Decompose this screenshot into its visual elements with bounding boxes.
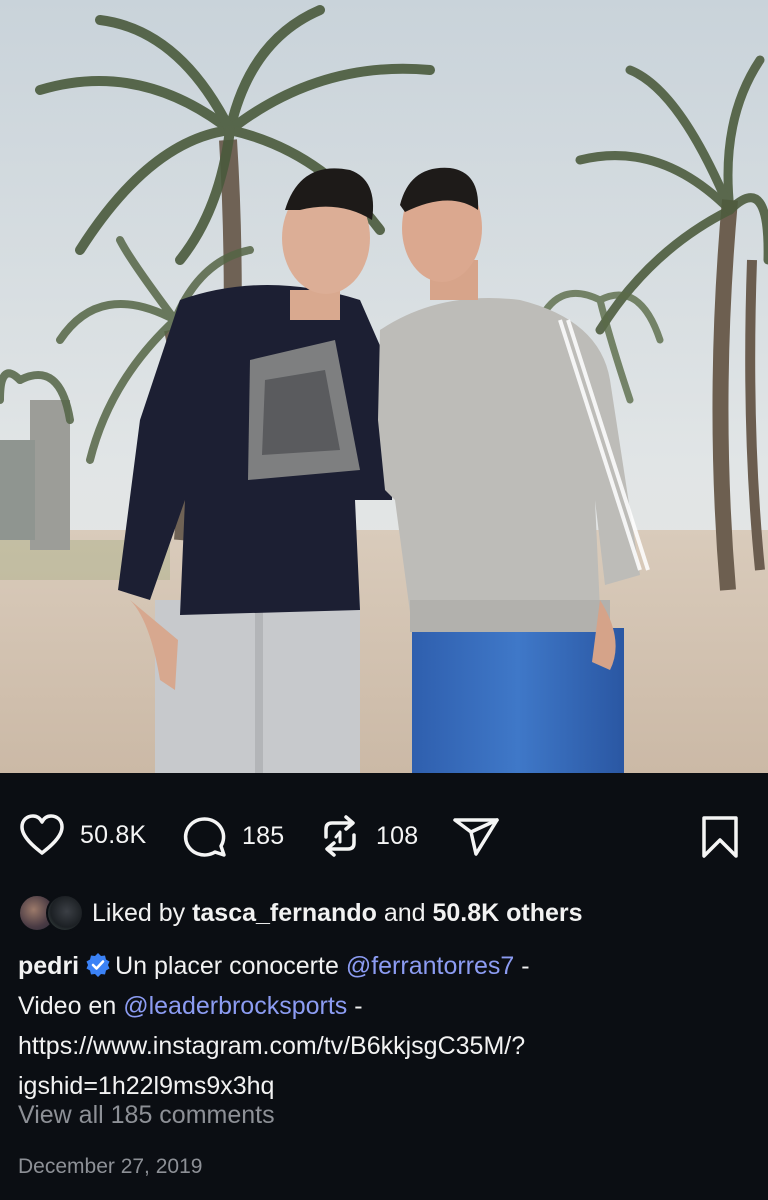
post-photo[interactable] — [0, 0, 768, 773]
comment-count: 185 — [242, 821, 285, 850]
share-icon — [453, 818, 499, 856]
liked-by-user[interactable]: tasca_fernando — [192, 899, 377, 927]
like-button[interactable]: 50.8K — [18, 813, 146, 857]
post-photo-scene — [0, 0, 768, 773]
bookmark-icon — [702, 816, 738, 858]
view-all-comments-link[interactable]: View all 185 comments — [18, 1101, 275, 1130]
avatar — [46, 894, 84, 932]
like-count: 50.8K — [80, 820, 147, 849]
liked-by-avatars — [18, 894, 84, 932]
verified-badge-icon — [86, 953, 110, 977]
caption-text-3: Video en — [18, 992, 117, 1020]
caption-username[interactable]: pedri — [18, 952, 79, 980]
caption-text-2: - — [521, 952, 530, 980]
post-date: December 27, 2019 — [18, 1155, 203, 1178]
caption-mention-1[interactable]: @ferrantorres7 — [346, 952, 515, 980]
liked-by-prefix: Liked by — [92, 898, 186, 927]
liked-by-row[interactable]: Liked by tasca_fernando and 50.8K others — [18, 893, 583, 933]
post-caption: pedri Un placer conocerte @ferrantorres7… — [18, 946, 738, 1106]
caption-link-line-2[interactable]: igshid=1h22l9ms9x3hq — [18, 1072, 274, 1100]
caption-mention-2[interactable]: @leaderbrocksports — [123, 992, 347, 1020]
share-button[interactable] — [452, 814, 500, 858]
comment-icon — [183, 817, 226, 857]
heart-icon — [20, 814, 64, 855]
repost-button[interactable]: 108 — [318, 813, 418, 859]
repost-icon — [324, 815, 356, 857]
save-button[interactable] — [700, 815, 740, 859]
caption-text-4: - — [354, 992, 363, 1020]
liked-by-middle: and — [383, 898, 426, 927]
caption-link-line-1[interactable]: https://www.instagram.com/tv/B6kkjsgC35M… — [18, 1032, 525, 1060]
post-actions-bar: 50.8K 185 108 — [0, 773, 768, 893]
liked-by-others[interactable]: 50.8K others — [433, 899, 583, 927]
liked-by-text: Liked by tasca_fernando and 50.8K others — [92, 899, 583, 928]
comment-button[interactable]: 185 — [180, 813, 284, 859]
repost-count: 108 — [376, 821, 419, 850]
caption-text-1: Un placer conocerte — [115, 952, 339, 980]
